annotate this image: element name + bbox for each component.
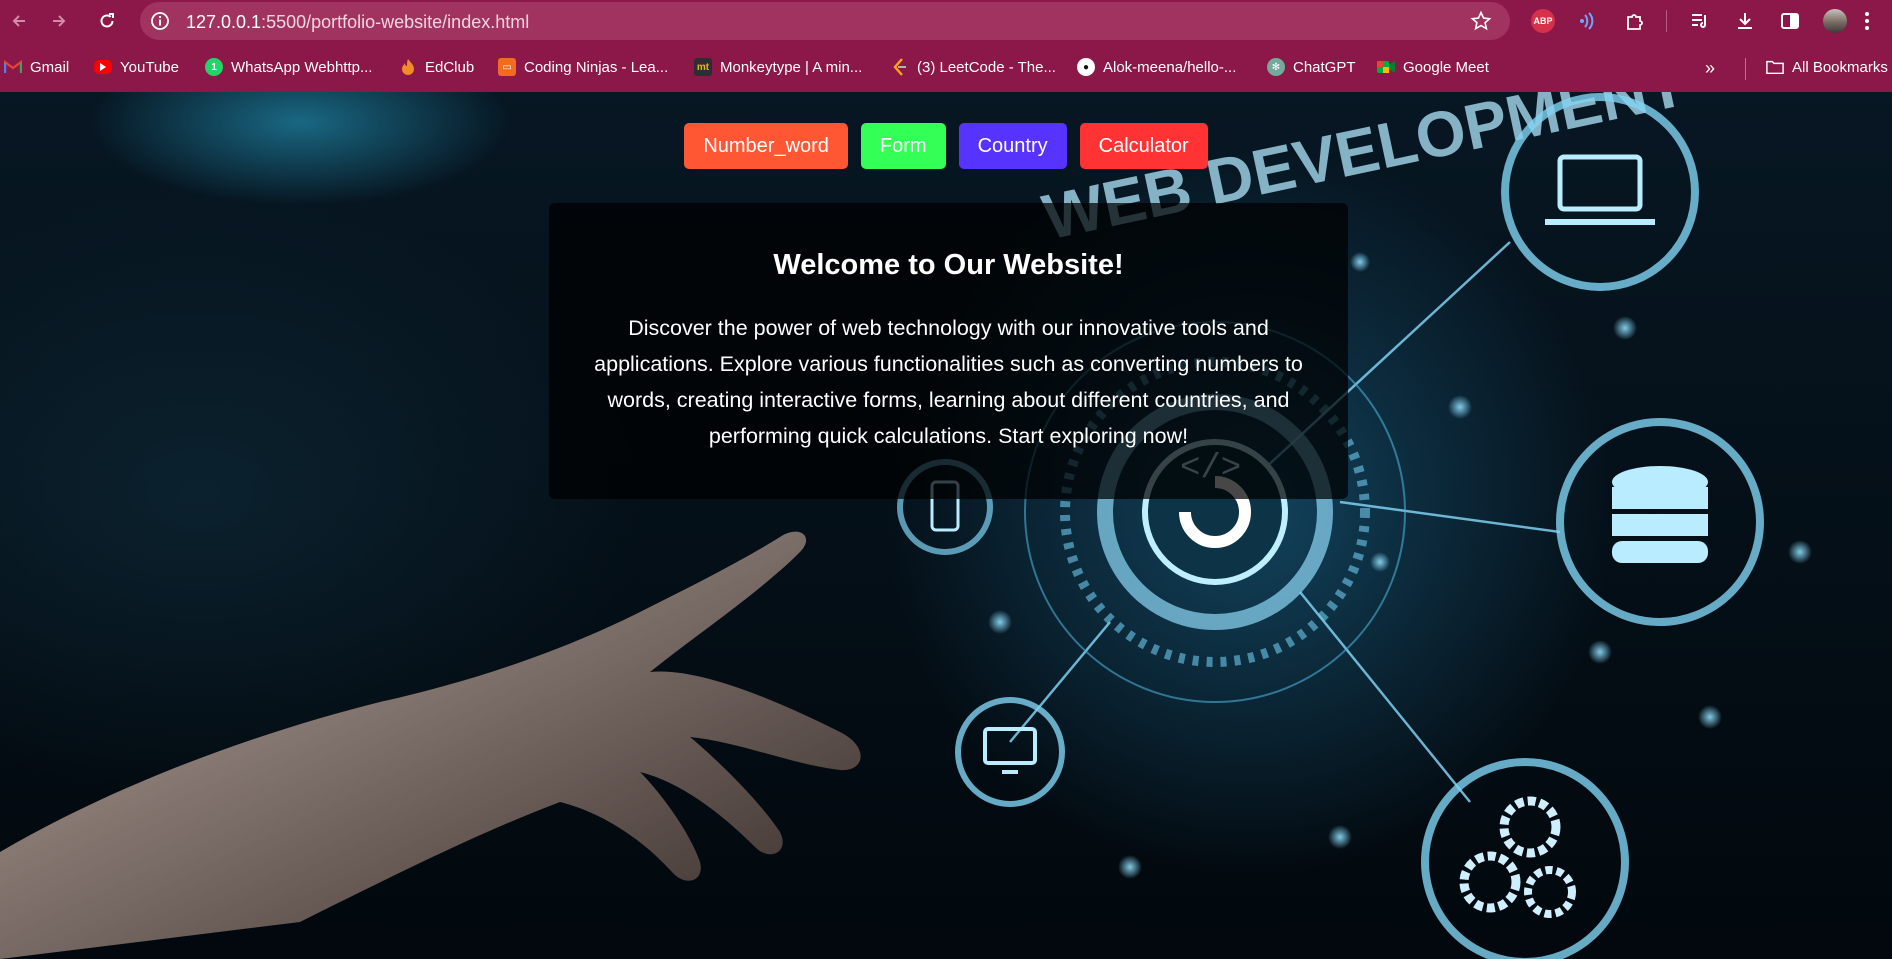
url-host: 127.0.0.1 xyxy=(186,12,262,32)
hand-graphic xyxy=(0,531,861,959)
reading-list-icon[interactable] xyxy=(1688,9,1712,33)
url-text: 127.0.0.1:5500/portfolio-website/index.h… xyxy=(186,12,529,33)
number-word-button[interactable]: Number_word xyxy=(684,123,848,169)
gears-node-graphic xyxy=(1421,758,1629,959)
bookmark-label: ChatGPT xyxy=(1293,58,1356,76)
youtube-icon xyxy=(94,60,112,74)
bookmark-leetcode[interactable]: (3) LeetCode - The... xyxy=(891,54,1056,80)
forward-arrow-icon xyxy=(53,15,66,27)
download-icon[interactable] xyxy=(1733,9,1757,33)
bookmark-star-icon[interactable] xyxy=(1470,10,1492,32)
bookmark-whatsapp[interactable]: 1 WhatsApp Webhttp... xyxy=(205,54,372,80)
bookmark-chatgpt[interactable]: ✻ ChatGPT xyxy=(1267,54,1356,80)
bookmark-label: Gmail xyxy=(30,58,70,76)
bookmark-label: Google Meet xyxy=(1403,58,1489,76)
abp-label: ABP xyxy=(1533,16,1553,26)
welcome-title: Welcome to Our Website! xyxy=(773,249,1124,281)
profile-avatar[interactable] xyxy=(1823,9,1847,33)
bookmarks-bar: Gmail YouTube 1 WhatsApp Webhttp... EdCl… xyxy=(0,50,1892,84)
browser-menu-icon[interactable] xyxy=(1860,9,1874,33)
monitor-node-graphic xyxy=(955,697,1065,807)
bookmarks-divider xyxy=(1745,58,1746,80)
chatgpt-icon: ✻ xyxy=(1267,58,1285,76)
coding-ninjas-icon: ▭ xyxy=(498,58,516,76)
forward-button[interactable] xyxy=(46,8,72,34)
bookmark-github[interactable]: ● Alok-meena/hello-... xyxy=(1077,54,1236,80)
extensions-puzzle-icon[interactable] xyxy=(1623,9,1647,33)
bookmark-label: Coding Ninjas - Lea... xyxy=(524,58,669,76)
bookmark-label: WhatsApp Webhttp... xyxy=(231,58,373,76)
back-arrow-icon xyxy=(12,15,25,27)
form-button[interactable]: Form xyxy=(860,123,946,169)
bookmark-coding-ninjas[interactable]: ▭ Coding Ninjas - Lea... xyxy=(498,54,668,80)
leetcode-icon xyxy=(891,58,909,76)
side-panel-icon[interactable] xyxy=(1778,9,1802,33)
bookmark-edclub[interactable]: EdClub xyxy=(399,54,474,80)
back-button[interactable] xyxy=(6,8,32,34)
bookmark-google-meet[interactable]: Google Meet xyxy=(1377,54,1489,80)
browser-toolbar: 127.0.0.1:5500/portfolio-website/index.h… xyxy=(0,0,1892,42)
toolbar-divider xyxy=(1666,10,1667,32)
monkeytype-icon: mt xyxy=(694,58,712,76)
google-meet-icon xyxy=(1377,58,1395,76)
speech-extension-icon[interactable] xyxy=(1578,9,1602,33)
database-node-graphic xyxy=(1556,418,1764,626)
github-icon: ● xyxy=(1077,58,1095,76)
reload-icon xyxy=(100,13,114,28)
bookmark-label: YouTube xyxy=(120,58,179,76)
adblock-plus-icon[interactable]: ABP xyxy=(1531,9,1555,33)
bookmark-label: EdClub xyxy=(425,58,475,76)
reload-button[interactable] xyxy=(94,8,120,34)
bookmark-youtube[interactable]: YouTube xyxy=(94,54,179,80)
welcome-card: Welcome to Our Website! Discover the pow… xyxy=(549,203,1348,499)
calculator-button[interactable]: Calculator xyxy=(1079,123,1208,169)
welcome-description: Discover the power of web technology wit… xyxy=(594,316,1303,448)
browser-chrome: 127.0.0.1:5500/portfolio-website/index.h… xyxy=(0,0,1892,92)
bookmark-label: Monkeytype | A min... xyxy=(720,58,863,76)
all-bookmarks-label: All Bookmarks xyxy=(1792,58,1888,76)
main-navigation: Number_word Form Country Calculator xyxy=(0,123,1892,169)
bookmark-gmail[interactable]: Gmail xyxy=(4,54,69,80)
country-button[interactable]: Country xyxy=(958,123,1067,169)
edclub-icon xyxy=(399,58,417,76)
bookmark-label: Alok-meena/hello-... xyxy=(1103,58,1237,76)
address-bar[interactable]: 127.0.0.1:5500/portfolio-website/index.h… xyxy=(140,2,1510,40)
bookmark-monkeytype[interactable]: mt Monkeytype | A min... xyxy=(694,54,862,80)
site-info-icon[interactable] xyxy=(150,11,170,31)
gmail-icon xyxy=(4,58,22,76)
page-viewport: WEB DEVELOPMENT </> xyxy=(0,92,1892,959)
all-bookmarks[interactable]: All Bookmarks xyxy=(1766,54,1888,80)
whatsapp-icon: 1 xyxy=(205,58,223,76)
bookmark-label: (3) LeetCode - The... xyxy=(917,58,1056,76)
bookmarks-overflow-icon[interactable]: » xyxy=(1705,58,1715,79)
url-path: :5500/portfolio-website/index.html xyxy=(261,12,530,32)
folder-icon xyxy=(1766,58,1784,76)
